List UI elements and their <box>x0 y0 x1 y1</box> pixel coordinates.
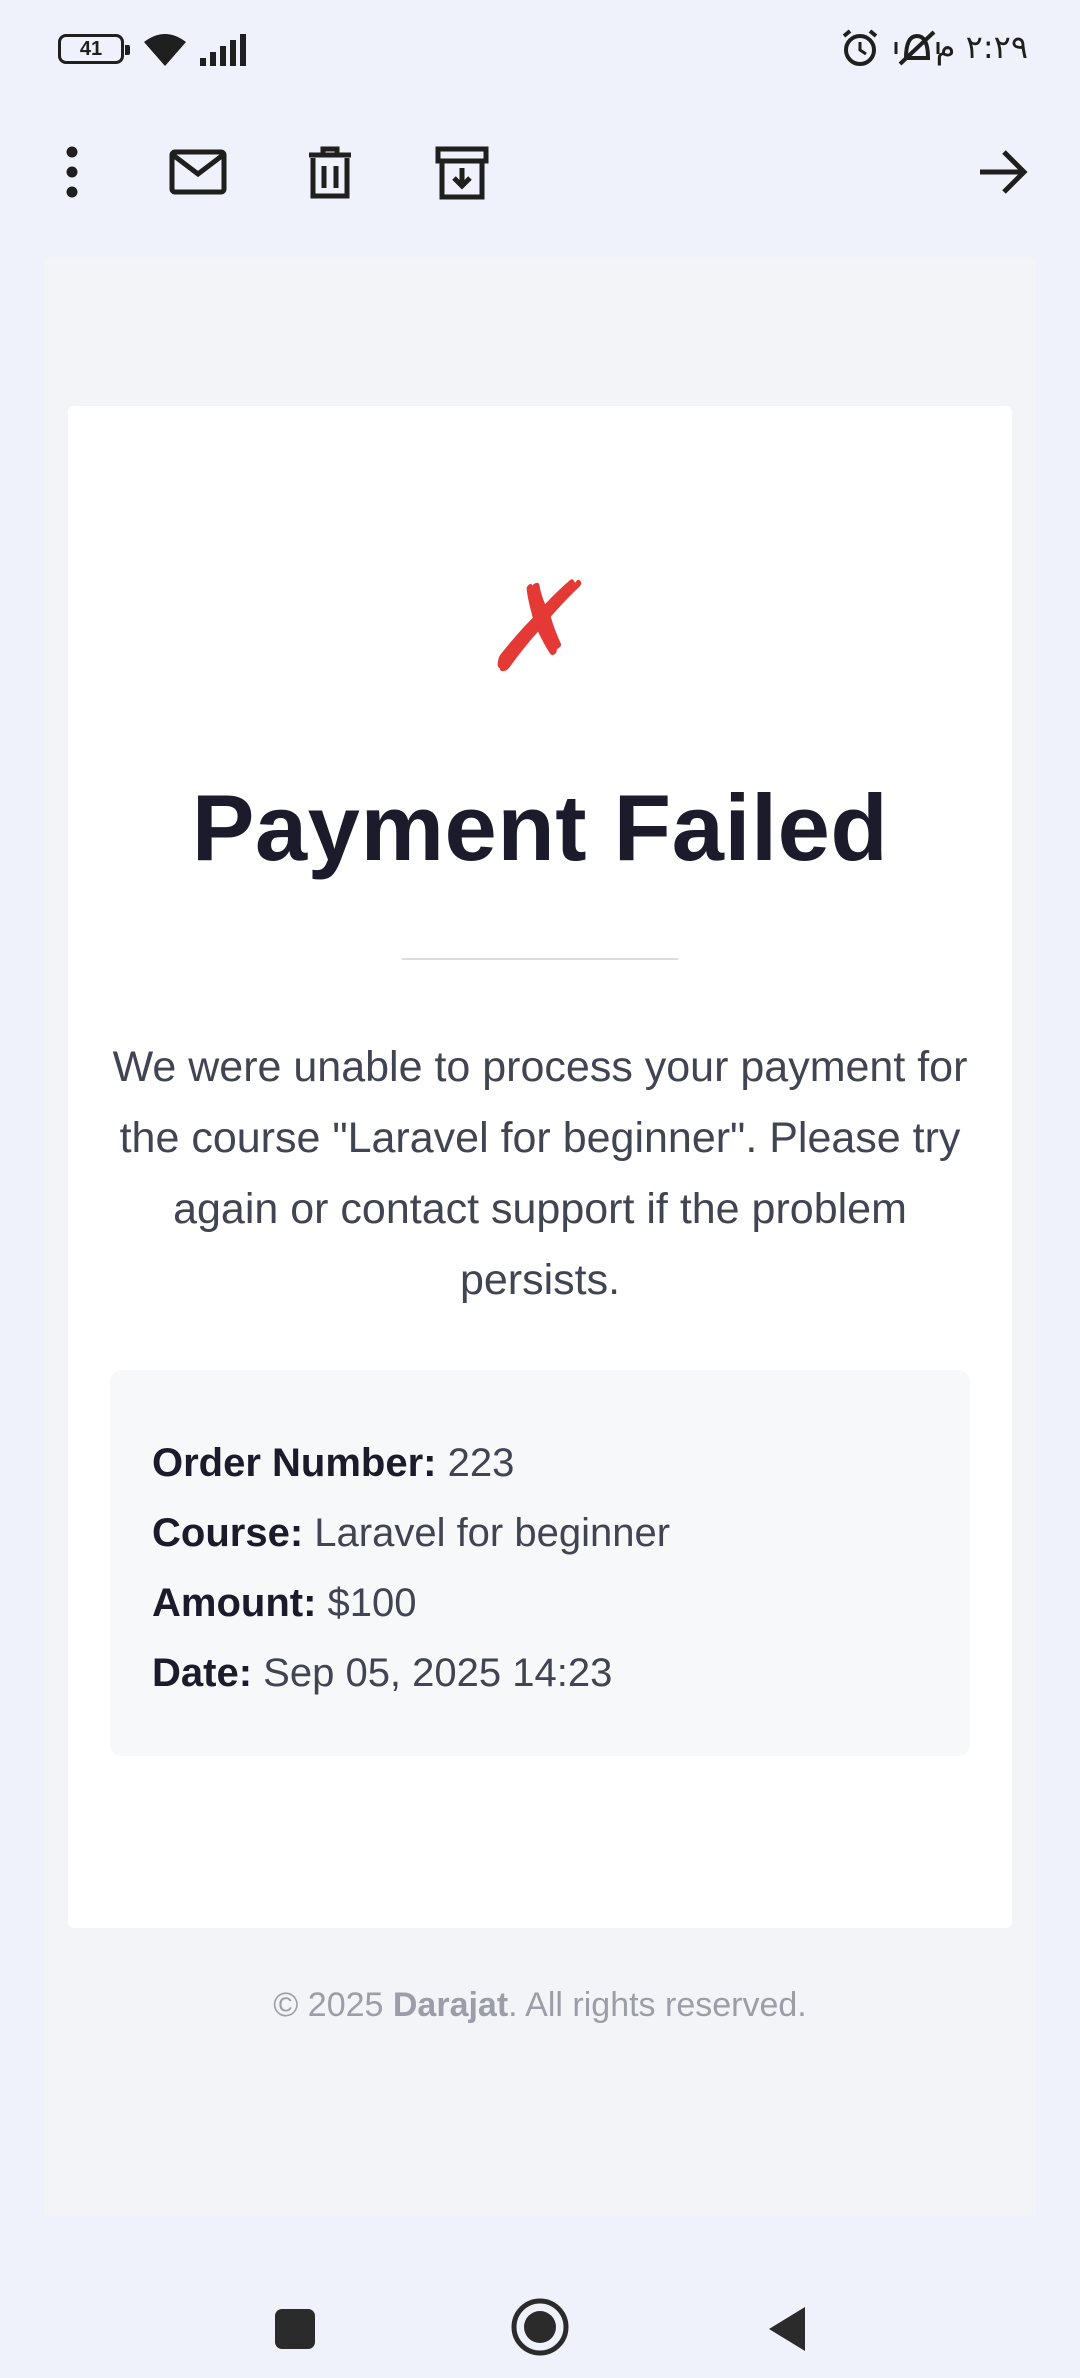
signal-icon <box>200 34 246 66</box>
copyright-footer: © 2025 Darajat. All rights reserved. <box>44 1986 1036 2025</box>
divider <box>402 958 678 960</box>
footer-suffix: . All rights reserved. <box>508 1986 807 2024</box>
status-bar: 41 ٢:٢٩ م <box>0 0 1080 100</box>
more-options-button[interactable] <box>40 140 104 204</box>
forward-arrow-icon <box>980 150 1028 194</box>
course-row: Course: Laravel for beginner <box>152 1498 928 1568</box>
date-row: Date: Sep 05, 2025 14:23 <box>152 1638 928 1708</box>
mail-icon <box>169 149 227 195</box>
alarm-icon <box>842 29 878 66</box>
order-details: Order Number: 223 Course: Laravel for be… <box>110 1370 970 1756</box>
recents-icon <box>275 2309 315 2349</box>
email-toolbar <box>0 100 1080 258</box>
battery-icon: 41 <box>58 34 130 64</box>
detail-value: Laravel for beginner <box>314 1511 671 1555</box>
back-icon <box>769 2307 805 2351</box>
archive-button[interactable] <box>426 138 498 208</box>
detail-value: Sep 05, 2025 14:23 <box>263 1651 613 1695</box>
detail-label: Order Number: <box>152 1441 437 1485</box>
more-vert-icon <box>66 146 78 198</box>
page-title: Payment Failed <box>191 775 889 880</box>
detail-value: 223 <box>447 1441 515 1485</box>
home-icon <box>511 2298 569 2356</box>
detail-label: Date: <box>152 1651 253 1695</box>
order-number-row: Order Number: 223 <box>152 1428 928 1498</box>
detail-label: Amount: <box>152 1581 317 1625</box>
amount-row: Amount: $100 <box>152 1568 928 1638</box>
vibrate-icon <box>894 30 940 66</box>
system-nav-bar <box>0 2258 1080 2378</box>
delete-button[interactable] <box>294 138 366 208</box>
payment-card: ✗ Payment Failed We were unable to proce… <box>68 406 1012 1928</box>
next-button[interactable] <box>968 140 1038 204</box>
recents-button[interactable] <box>260 2294 330 2364</box>
battery-level: 41 <box>79 37 103 60</box>
archive-icon <box>435 146 489 200</box>
failure-message: We were unable to process your payment f… <box>112 1043 968 1304</box>
mark-unread-button[interactable] <box>162 140 234 204</box>
detail-label: Course: <box>152 1511 304 1555</box>
footer-brand: Darajat <box>392 1986 509 2024</box>
back-button[interactable] <box>752 2294 822 2364</box>
email-body: ✗ Payment Failed We were unable to proce… <box>44 258 1036 2216</box>
delete-icon <box>309 146 351 199</box>
home-button[interactable] <box>505 2292 575 2362</box>
status-clock: ٢:٢٩ م <box>935 28 1028 66</box>
wifi-icon <box>144 34 186 66</box>
detail-value: $100 <box>327 1581 417 1625</box>
fail-cross-icon: ✗ <box>477 556 603 700</box>
footer-prefix: © 2025 <box>273 1986 393 2024</box>
